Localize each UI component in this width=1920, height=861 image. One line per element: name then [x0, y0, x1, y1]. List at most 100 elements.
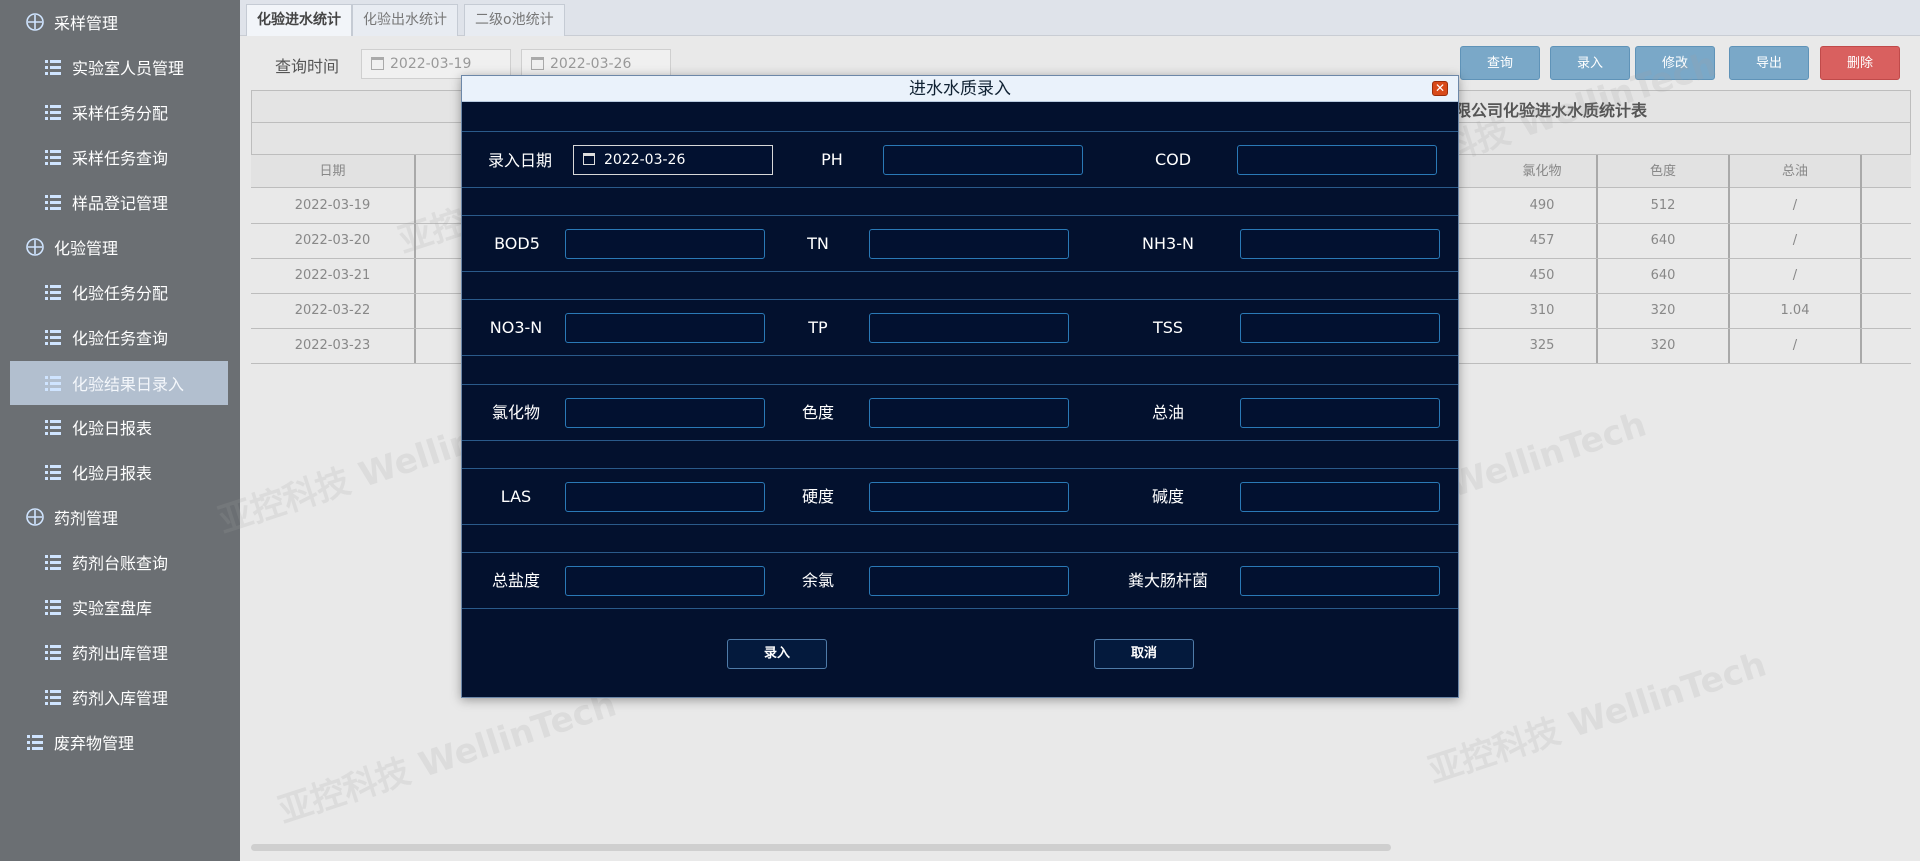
no3n-input[interactable] — [565, 313, 765, 343]
total-oil-label: 总油 — [1151, 403, 1184, 422]
edit-button[interactable]: 修改 — [1635, 46, 1715, 80]
list-icon — [44, 553, 62, 571]
sidebar-item-label: 样品登记管理 — [72, 194, 169, 213]
total-oil-input[interactable] — [1240, 398, 1440, 428]
sidebar-item-sample-register[interactable]: 样品登记管理 — [44, 182, 229, 222]
residual-chlorine-input[interactable] — [869, 566, 1069, 596]
cell-chroma: 640 — [1598, 224, 1730, 258]
cell-chloride: 490 — [1488, 189, 1598, 223]
list-icon — [44, 418, 62, 436]
ph-input[interactable] — [883, 145, 1083, 175]
cell-chroma: 320 — [1598, 329, 1730, 363]
tab-outflow-stats[interactable]: 化验出水统计 — [352, 4, 458, 36]
sidebar-item-daily-result-entry[interactable]: 化验结果日录入 — [10, 361, 228, 405]
bod5-label: BOD5 — [494, 234, 540, 253]
cell-oil: / — [1730, 189, 1862, 223]
las-input[interactable] — [565, 482, 765, 512]
list-icon — [44, 58, 62, 76]
ph-label: PH — [821, 150, 843, 169]
list-icon — [26, 733, 44, 751]
fecal-coliform-label: 粪大肠杆菌 — [1127, 571, 1208, 590]
sidebar-group-label: 采样管理 — [54, 14, 119, 33]
tn-label: TN — [807, 234, 829, 253]
list-icon — [44, 643, 62, 661]
list-icon — [44, 193, 62, 211]
tab-inflow-stats[interactable]: 化验进水统计 — [246, 4, 352, 36]
sidebar-item-reagent-outbound[interactable]: 药剂出库管理 — [44, 632, 229, 672]
sidebar-group-waste[interactable]: 废弃物管理 — [26, 722, 134, 762]
sidebar-item-daily-report[interactable]: 化验日报表 — [44, 407, 229, 447]
water-quality-entry-dialog: 进水水质录入 ✕ 录入日期 PH COD BOD5 TN NH3-N NO3-N… — [461, 75, 1459, 698]
alkalinity-input[interactable] — [1240, 482, 1440, 512]
start-date-value: 2022-03-19 — [390, 56, 472, 72]
watermark: 亚控科技 WellinTech — [273, 684, 622, 832]
close-icon[interactable]: ✕ — [1432, 81, 1448, 96]
sidebar-group-assay[interactable]: 化验管理 — [26, 227, 118, 267]
sidebar-item-label: 化验任务分配 — [72, 284, 169, 303]
cell-date: 2022-03-21 — [251, 259, 416, 293]
cell-chroma: 640 — [1598, 259, 1730, 293]
sidebar-item-sampling-assign[interactable]: 采样任务分配 — [44, 92, 229, 132]
export-button[interactable]: 导出 — [1729, 46, 1809, 80]
residual-chlorine-label: 余氯 — [801, 571, 834, 590]
chloride-input[interactable] — [565, 398, 765, 428]
sidebar-item-lab-staff[interactable]: 实验室人员管理 — [44, 47, 229, 87]
list-icon — [44, 103, 62, 121]
sidebar-item-lab-inventory[interactable]: 实验室盘库 — [44, 587, 229, 627]
hardness-input[interactable] — [869, 482, 1069, 512]
query-button[interactable]: 查询 — [1460, 46, 1540, 80]
sidebar-item-label: 化验月报表 — [72, 464, 153, 483]
tab-secondary-o-pool-stats[interactable]: 二级o池统计 — [464, 4, 565, 36]
calendar-icon — [371, 57, 384, 70]
list-icon — [44, 283, 62, 301]
sidebar-item-monthly-report[interactable]: 化验月报表 — [44, 452, 229, 492]
nh3n-input[interactable] — [1240, 229, 1440, 259]
las-label: LAS — [500, 487, 532, 506]
cell-date: 2022-03-20 — [251, 224, 416, 258]
bod5-input[interactable] — [565, 229, 765, 259]
cancel-button[interactable]: 取消 — [1094, 639, 1194, 669]
cell-chroma: 512 — [1598, 189, 1730, 223]
cell-date: 2022-03-22 — [251, 294, 416, 328]
entry-date-input[interactable] — [573, 145, 773, 175]
list-icon — [44, 463, 62, 481]
tp-label: TP — [808, 318, 828, 337]
cell-oil: 1.04 — [1730, 294, 1862, 328]
add-button[interactable]: 录入 — [1550, 46, 1630, 80]
alkalinity-label: 碱度 — [1151, 487, 1184, 506]
nh3n-label: NH3-N — [1142, 234, 1194, 253]
sidebar-item-assay-query[interactable]: 化验任务查询 — [44, 317, 229, 357]
sidebar-group-label: 废弃物管理 — [54, 734, 135, 753]
col-header-chroma: 色度 — [1598, 155, 1730, 189]
list-icon — [44, 688, 62, 706]
tp-input[interactable] — [869, 313, 1069, 343]
sidebar-item-assay-assign[interactable]: 化验任务分配 — [44, 272, 229, 312]
chroma-input[interactable] — [869, 398, 1069, 428]
horizontal-scrollbar[interactable] — [251, 844, 1391, 851]
sidebar-item-label: 化验日报表 — [72, 419, 153, 438]
sidebar-item-label: 实验室人员管理 — [72, 59, 185, 78]
sidebar: 采样管理 实验室人员管理 采样任务分配 采样任务查询 样品登记管理 化验管理 化… — [0, 0, 240, 861]
cell-chloride: 450 — [1488, 259, 1598, 293]
grid-icon — [26, 13, 44, 31]
cod-input[interactable] — [1237, 145, 1437, 175]
tn-input[interactable] — [869, 229, 1069, 259]
table-title: 限公司化验进水水质统计表 — [1455, 101, 1648, 120]
cell-oil: / — [1730, 329, 1862, 363]
sidebar-item-label: 药剂出库管理 — [72, 644, 169, 663]
tss-input[interactable] — [1240, 313, 1440, 343]
list-icon — [44, 328, 62, 346]
total-salinity-label: 总盐度 — [491, 571, 540, 590]
cell-chloride: 310 — [1488, 294, 1598, 328]
chloride-label: 氯化物 — [491, 403, 540, 422]
fecal-coliform-input[interactable] — [1240, 566, 1440, 596]
sidebar-item-reagent-ledger[interactable]: 药剂台账查询 — [44, 542, 229, 582]
sidebar-group-sampling[interactable]: 采样管理 — [26, 2, 118, 42]
cod-label: COD — [1154, 150, 1192, 169]
delete-button[interactable]: 删除 — [1820, 46, 1900, 80]
sidebar-group-reagent[interactable]: 药剂管理 — [26, 497, 118, 537]
sidebar-item-sampling-query[interactable]: 采样任务查询 — [44, 137, 229, 177]
total-salinity-input[interactable] — [565, 566, 765, 596]
sidebar-item-reagent-inbound[interactable]: 药剂入库管理 — [44, 677, 229, 717]
submit-button[interactable]: 录入 — [727, 639, 827, 669]
